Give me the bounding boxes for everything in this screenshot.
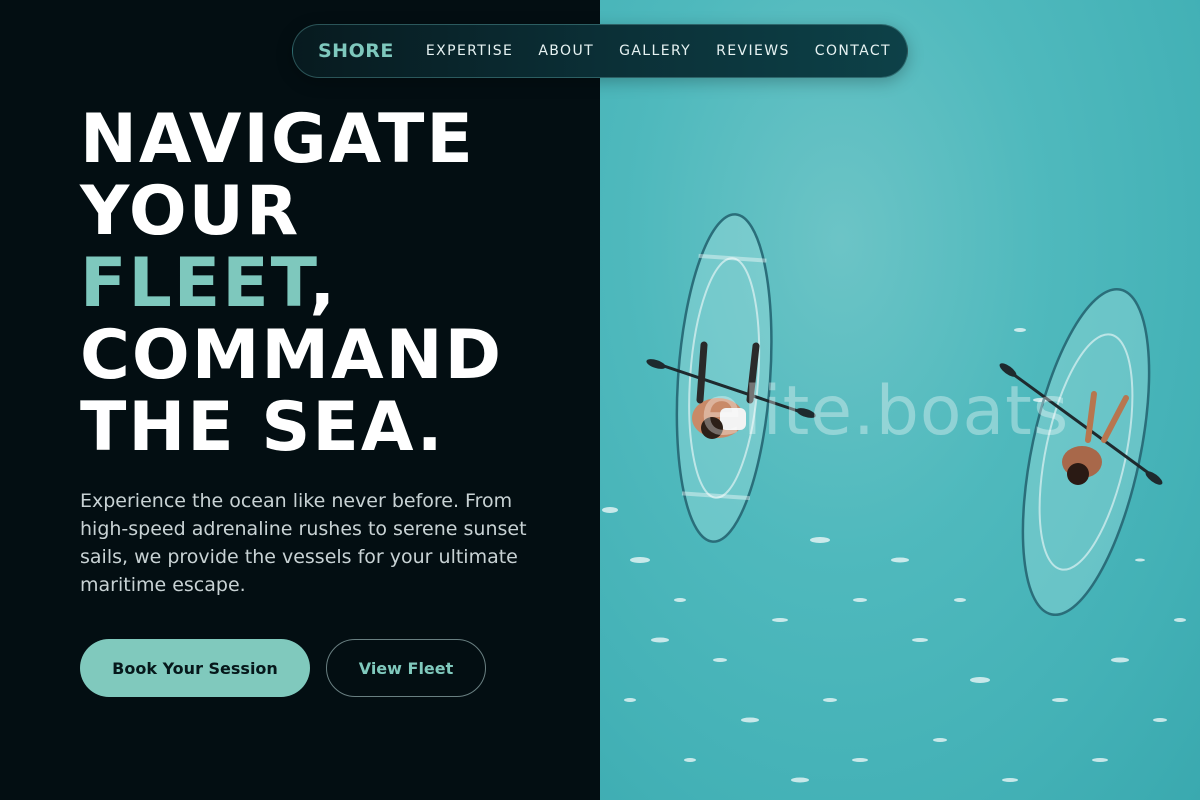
nav-link-expertise[interactable]: EXPERTISE: [426, 43, 513, 59]
hero-title-accent: FLEET: [80, 244, 310, 323]
hero-title-line-1: NAVIGATE: [80, 100, 475, 179]
nav-link-about[interactable]: ABOUT: [538, 43, 594, 59]
top-navbar: SHORE EXPERTISE ABOUT GALLERY REVIEWS CO…: [292, 24, 908, 78]
hero-title-line-4: COMMAND: [80, 316, 504, 395]
book-session-button[interactable]: Book Your Session: [80, 639, 310, 697]
nav-link-reviews[interactable]: REVIEWS: [716, 43, 790, 59]
hero-title-line-5: THE SEA.: [80, 388, 445, 467]
hero-title-line-2: YOUR: [80, 172, 301, 251]
hero-title-comma: ,: [309, 244, 338, 323]
watermark-text: elite.boats: [700, 372, 1070, 451]
hero-title: NAVIGATE YOUR FLEET, COMMAND THE SEA.: [80, 104, 503, 464]
nav-link-gallery[interactable]: GALLERY: [619, 43, 691, 59]
hero-description: Experience the ocean like never before. …: [80, 490, 527, 596]
nav-link-contact[interactable]: CONTACT: [815, 43, 891, 59]
hero-title-line-3: FLEET,: [80, 248, 503, 320]
nav-links: EXPERTISE ABOUT GALLERY REVIEWS CONTACT: [426, 43, 891, 59]
brand-logo[interactable]: SHORE: [318, 40, 394, 62]
view-fleet-button[interactable]: View Fleet: [326, 639, 486, 697]
